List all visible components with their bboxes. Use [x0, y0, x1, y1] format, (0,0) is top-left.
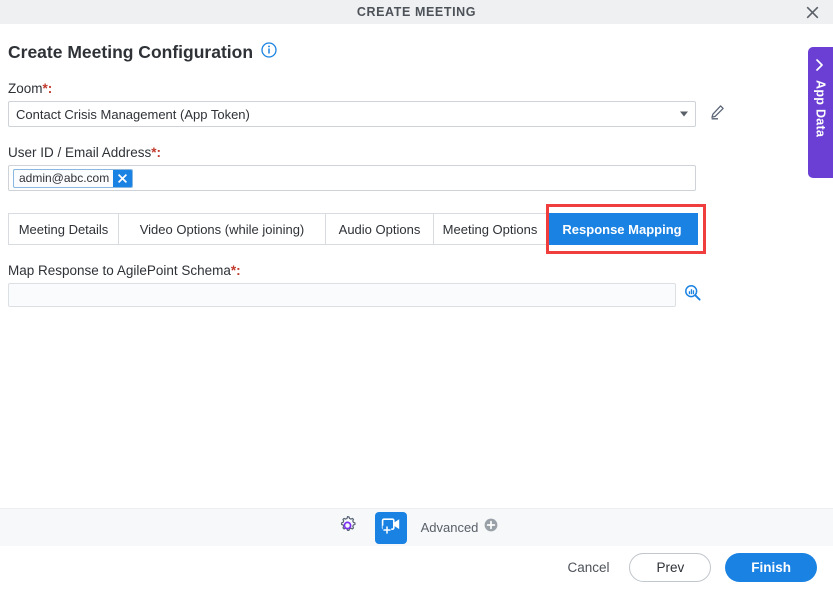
schema-field-row [8, 283, 825, 307]
bottom-toolbar: Advanced [0, 508, 833, 546]
plus-circle-icon [484, 518, 498, 537]
user-id-chip-label: admin@abc.com [19, 170, 110, 185]
zoom-field-label: Zoom*: [8, 81, 825, 96]
create-meeting-dialog: CREATE MEETING Create Meeting Configurat… [0, 0, 833, 589]
schema-input[interactable] [8, 283, 676, 307]
tab-label: Response Mapping [562, 221, 682, 237]
tab-audio-options[interactable]: Audio Options [325, 213, 433, 245]
create-meeting-activity-button[interactable] [374, 511, 407, 544]
tab-meeting-options[interactable]: Meeting Options [433, 213, 546, 245]
zoom-field-row: Contact Crisis Management (App Token) [8, 101, 825, 127]
user-id-input[interactable]: admin@abc.com [8, 165, 696, 191]
zoom-select[interactable]: Contact Crisis Management (App Token) [8, 101, 696, 127]
tab-meeting-details[interactable]: Meeting Details [8, 213, 118, 245]
info-circle-icon[interactable] [261, 42, 277, 63]
tab-label: Meeting Details [18, 221, 109, 237]
gear-icon [337, 515, 358, 541]
settings-button[interactable] [335, 515, 361, 541]
tab-video-options[interactable]: Video Options (while joining) [118, 213, 325, 245]
page-title: Create Meeting Configuration [8, 42, 254, 62]
app-data-panel-label: App Data [813, 80, 828, 138]
tab-strip: Meeting Details Video Options (while joi… [8, 204, 706, 254]
dialog-title: CREATE MEETING [356, 5, 477, 19]
user-id-chip-remove-button[interactable] [113, 169, 133, 187]
app-data-panel-tab[interactable]: App Data [808, 47, 833, 178]
cancel-button[interactable]: Cancel [561, 556, 615, 579]
finish-button[interactable]: Finish [725, 553, 817, 582]
schema-label-text: Map Response to AgilePoint Schema [8, 263, 231, 278]
close-button[interactable] [799, 0, 825, 24]
close-icon [805, 5, 820, 20]
video-add-icon [380, 514, 402, 541]
user-id-label-text: User ID / Email Address [8, 145, 152, 160]
tab-response-mapping[interactable]: Response Mapping [546, 213, 698, 245]
tab-label: Meeting Options [442, 221, 538, 237]
prev-button[interactable]: Prev [629, 553, 712, 582]
page-title-row: Create Meeting Configuration [8, 42, 825, 63]
advanced-label: Advanced [420, 520, 479, 535]
zoom-required-marker: *: [42, 81, 53, 96]
zoom-label-text: Zoom [8, 81, 43, 96]
dialog-footer: Cancel Prev Finish [0, 546, 833, 589]
user-id-chip: admin@abc.com [13, 168, 134, 188]
schema-picker-button[interactable] [683, 284, 701, 306]
chevron-down-icon [680, 111, 688, 117]
chevron-left-icon [812, 59, 830, 72]
advanced-button[interactable]: Advanced [421, 518, 499, 537]
dialog-body: Create Meeting Configuration Zoom*: Cont… [0, 24, 833, 508]
schema-required-marker: *: [230, 263, 241, 278]
user-id-field-label: User ID / Email Address*: [8, 145, 825, 160]
schema-search-icon [684, 284, 701, 306]
dialog-titlebar: CREATE MEETING [0, 0, 833, 24]
zoom-edit-button[interactable] [707, 103, 727, 125]
tab-label: Audio Options [338, 221, 421, 237]
schema-field-label: Map Response to AgilePoint Schema*: [8, 263, 825, 278]
tab-label: Video Options (while joining) [139, 221, 305, 237]
zoom-selected-value: Contact Crisis Management (App Token) [16, 106, 250, 122]
user-id-required-marker: *: [151, 145, 162, 160]
pencil-icon [709, 104, 725, 125]
